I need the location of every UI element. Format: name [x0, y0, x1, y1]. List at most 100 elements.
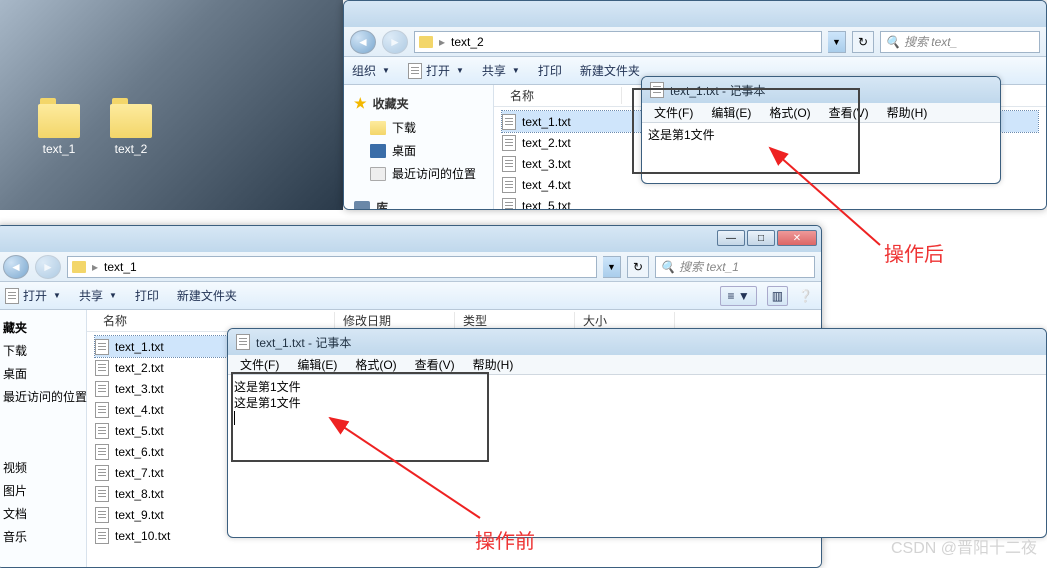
text-file-icon	[95, 528, 109, 544]
annotation-label-before: 操作前	[475, 525, 535, 554]
toolbar-share[interactable]: 共享▼	[79, 287, 117, 304]
search-box[interactable]: 🔍 搜索 text_1	[655, 256, 815, 278]
address-dropdown[interactable]: ▼	[603, 256, 621, 278]
star-icon: ★	[354, 95, 367, 112]
file-name: text_6.txt	[115, 445, 164, 459]
notepad-textarea[interactable]: 这是第1文件	[642, 123, 1000, 147]
sidebar-item-recent[interactable]: 最近访问的位置	[344, 162, 493, 185]
view-options-button[interactable]: ≡ ▼	[720, 286, 756, 306]
file-name: text_2.txt	[522, 136, 571, 150]
titlebar[interactable]: — □ ✕	[0, 226, 821, 252]
toolbar-share[interactable]: 共享▼	[482, 62, 520, 79]
menu-help[interactable]: 帮助(H)	[879, 102, 936, 123]
close-button[interactable]: ✕	[777, 230, 817, 246]
notepad-titlebar[interactable]: text_1.txt - 记事本	[228, 329, 1046, 355]
sidebar-item-pictures[interactable]: 图片	[0, 479, 86, 502]
notepad-titlebar[interactable]: text_1.txt - 记事本	[642, 77, 1000, 103]
nav-back-button[interactable]: ◄	[3, 255, 29, 279]
preview-pane-button[interactable]: ▥	[767, 286, 788, 306]
notepad-menubar: 文件(F) 编辑(E) 格式(O) 查看(V) 帮助(H)	[642, 103, 1000, 123]
menu-file[interactable]: 文件(F)	[646, 102, 701, 123]
desktop-icon-label: text_1	[43, 142, 76, 156]
nav-forward-button[interactable]: ►	[35, 255, 61, 279]
refresh-button[interactable]: ↻	[627, 256, 649, 278]
sidebar-item-music[interactable]: 音乐	[0, 525, 86, 548]
notepad-textarea[interactable]: 这是第1文件这是第1文件	[228, 375, 1046, 429]
menu-file[interactable]: 文件(F)	[232, 354, 287, 375]
sidebar-item-downloads[interactable]: 下载	[0, 339, 86, 362]
notepad-window-before: text_1.txt - 记事本 文件(F) 编辑(E) 格式(O) 查看(V)…	[227, 328, 1047, 538]
sidebar-item-videos[interactable]: 视频	[0, 456, 86, 479]
text-file-icon	[95, 339, 109, 355]
minimize-button[interactable]: —	[717, 230, 745, 246]
search-placeholder: 搜索 text_1	[679, 258, 739, 275]
toolbar-print[interactable]: 打印	[135, 287, 159, 304]
folder-icon	[110, 104, 152, 138]
toolbar-open[interactable]: 打开▼	[408, 62, 464, 79]
desktop-folder-text2[interactable]: text_2	[110, 104, 152, 156]
notepad-menubar: 文件(F) 编辑(E) 格式(O) 查看(V) 帮助(H)	[228, 355, 1046, 375]
notepad-title: text_1.txt - 记事本	[256, 334, 351, 351]
folder-icon	[419, 36, 433, 48]
menu-edit[interactable]: 编辑(E)	[289, 354, 345, 375]
maximize-button[interactable]: □	[747, 230, 775, 246]
file-row[interactable]: text_5.txt	[502, 195, 1038, 210]
text-file-icon	[95, 360, 109, 376]
address-bar[interactable]: ▸ text_2	[414, 31, 822, 53]
nav-bar: ◄ ► ▸ text_1 ▼ ↻ 🔍 搜索 text_1	[0, 252, 821, 282]
sidebar-item-recent[interactable]: 最近访问的位置	[0, 385, 86, 408]
file-name: text_5.txt	[115, 424, 164, 438]
sidebar-item-desktop[interactable]: 桌面	[0, 362, 86, 385]
file-name: text_5.txt	[522, 199, 571, 211]
nav-back-button[interactable]: ◄	[350, 30, 376, 54]
text-file-icon	[502, 177, 516, 193]
text-file-icon	[502, 156, 516, 172]
menu-view[interactable]: 查看(V)	[821, 102, 877, 123]
toolbar-organize[interactable]: 组织▼	[352, 62, 390, 79]
search-box[interactable]: 🔍 搜索 text_	[880, 31, 1040, 53]
sidebar-favorites-header[interactable]: ★收藏夹	[344, 91, 493, 116]
text-file-icon	[95, 486, 109, 502]
toolbar-newfolder[interactable]: 新建文件夹	[177, 287, 237, 304]
menu-format[interactable]: 格式(O)	[347, 354, 404, 375]
text-file-icon	[502, 114, 516, 130]
sidebar-libraries-header[interactable]: 库	[344, 195, 493, 210]
notepad-icon	[650, 82, 664, 98]
file-name: text_9.txt	[115, 508, 164, 522]
file-name: text_3.txt	[522, 157, 571, 171]
notepad-title: text_1.txt - 记事本	[670, 82, 765, 99]
toolbar-open[interactable]: 打开▼	[5, 287, 61, 304]
menu-help[interactable]: 帮助(H)	[465, 354, 522, 375]
nav-forward-button[interactable]: ►	[382, 30, 408, 54]
titlebar[interactable]	[344, 1, 1046, 27]
file-name: text_7.txt	[115, 466, 164, 480]
sidebar-item-downloads[interactable]: 下载	[344, 116, 493, 139]
help-button[interactable]: ❔	[798, 289, 813, 303]
refresh-button[interactable]: ↻	[852, 31, 874, 53]
notepad-window-after: text_1.txt - 记事本 文件(F) 编辑(E) 格式(O) 查看(V)…	[641, 76, 1001, 184]
sidebar: ★收藏夹 下载 桌面 最近访问的位置 库	[344, 85, 494, 209]
sidebar-partial: 藏夹 下载 桌面 最近访问的位置 视频 图片 文档 音乐	[0, 310, 87, 567]
sidebar-item-desktop[interactable]: 桌面	[344, 139, 493, 162]
desktop-folder-text1[interactable]: text_1	[38, 104, 80, 156]
menu-edit[interactable]: 编辑(E)	[703, 102, 759, 123]
search-icon: 🔍	[660, 260, 675, 274]
library-icon	[354, 201, 370, 211]
toolbar-newfolder[interactable]: 新建文件夹	[580, 62, 640, 79]
menu-view[interactable]: 查看(V)	[407, 354, 463, 375]
sidebar-favorites-header[interactable]: 藏夹	[0, 316, 86, 339]
watermark: CSDN @晋阳十二夜	[891, 534, 1037, 558]
text-file-icon	[95, 465, 109, 481]
recent-icon	[370, 167, 386, 181]
menu-format[interactable]: 格式(O)	[761, 102, 818, 123]
folder-icon	[72, 261, 86, 273]
toolbar-print[interactable]: 打印	[538, 62, 562, 79]
file-name: text_4.txt	[115, 403, 164, 417]
notepad-icon	[5, 288, 19, 304]
address-bar[interactable]: ▸ text_1	[67, 256, 597, 278]
file-name: text_4.txt	[522, 178, 571, 192]
downloads-icon	[370, 121, 386, 135]
file-name: text_1.txt	[115, 340, 164, 354]
address-dropdown[interactable]: ▼	[828, 31, 846, 53]
sidebar-item-documents[interactable]: 文档	[0, 502, 86, 525]
